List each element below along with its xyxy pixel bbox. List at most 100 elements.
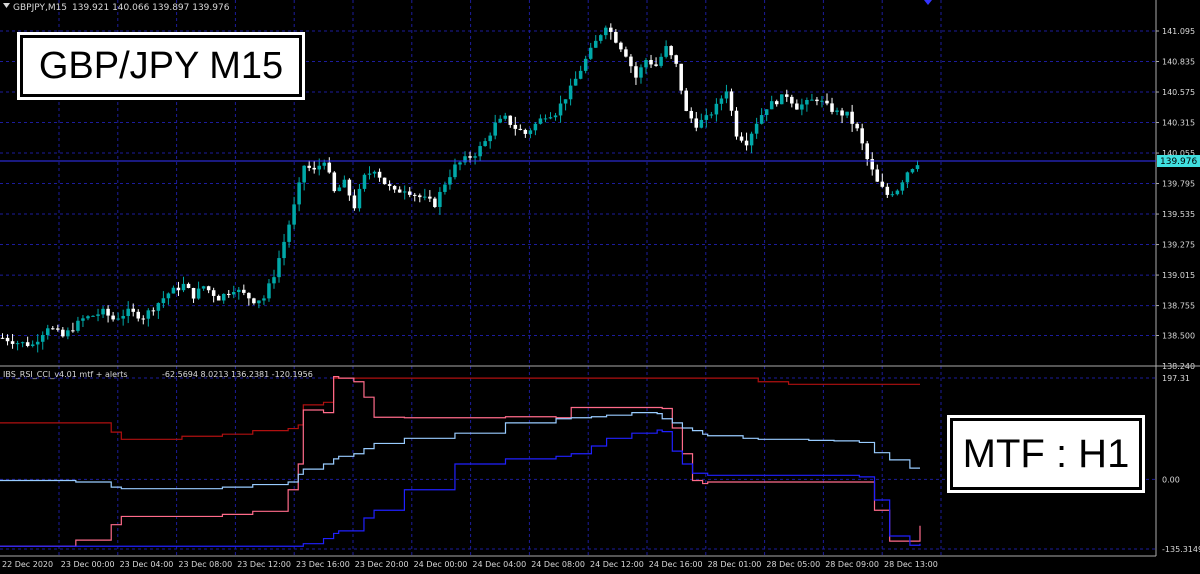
candle-body [488, 135, 492, 142]
candle-body [749, 133, 754, 146]
current-price-label: 139.976 [1160, 157, 1197, 167]
candle-body [458, 162, 462, 165]
candle-body [634, 66, 638, 78]
candle-body [614, 31, 618, 43]
candle-body [86, 316, 90, 319]
candle-body [116, 318, 120, 320]
candle-body [619, 42, 623, 50]
candle-body [176, 287, 181, 291]
candle-body [453, 164, 457, 178]
candle-body [820, 100, 824, 102]
candle-body [895, 190, 900, 195]
candle-body [166, 293, 171, 299]
candle-body [392, 185, 397, 190]
candle-body [538, 118, 543, 124]
candle-body [910, 169, 915, 173]
candle-body [302, 165, 306, 183]
candle-body [800, 104, 804, 110]
candle-body [825, 100, 829, 104]
candle-body [704, 115, 709, 120]
mtf-label: MTF : H1 [950, 418, 1142, 490]
candle-body [593, 40, 598, 48]
candle-body [131, 308, 135, 312]
candle-body [35, 341, 40, 345]
candle-body [754, 123, 759, 134]
candle-body [815, 99, 819, 102]
candle-body [855, 123, 859, 129]
candle-body [845, 111, 849, 116]
time-tick-label: 23 Dec 20:00 [355, 560, 409, 569]
candle-body [694, 118, 699, 128]
candle-body [810, 99, 814, 101]
price-tick-label: 139.535 [1162, 210, 1195, 219]
candle-body [568, 85, 573, 100]
candle-body [171, 287, 176, 294]
price-tick-label: 139.275 [1162, 241, 1195, 250]
candle-body [624, 49, 628, 57]
candle-body [478, 146, 482, 157]
candle-body [719, 98, 724, 104]
indicator-header: IBS_RSI_CCI_v4.01 mtf + alerts [3, 370, 128, 379]
candle-body [397, 189, 402, 193]
candle-body [639, 67, 643, 78]
candle-body [774, 101, 779, 105]
price-tick-label: 140.835 [1162, 58, 1195, 67]
time-tick-label: 24 Dec 16:00 [649, 560, 703, 569]
candle-body [523, 129, 528, 134]
candle-body [81, 318, 85, 321]
candle-body [503, 115, 508, 119]
time-tick-label: 28 Dec 05:00 [766, 560, 820, 569]
candle-body [66, 330, 70, 337]
candle-body [674, 55, 678, 64]
candle-body [25, 342, 30, 346]
price-tick-label: 138.500 [1162, 331, 1195, 340]
candle-body [10, 341, 15, 344]
candle-body [578, 70, 583, 79]
candle-body [498, 118, 502, 123]
candle-body [347, 179, 352, 196]
candle-body [111, 315, 115, 320]
price-tick-label: 141.095 [1162, 27, 1195, 36]
candle-body [312, 167, 316, 170]
candle-body [659, 56, 663, 66]
candle-body [337, 187, 342, 192]
price-tick-label: 139.795 [1162, 180, 1195, 189]
candle-body [734, 110, 739, 137]
candle-body [669, 46, 673, 56]
candle-body [141, 318, 146, 320]
candle-body [583, 58, 588, 71]
candle-body [206, 286, 211, 291]
candle-body [699, 119, 704, 128]
candle-body [785, 94, 789, 97]
candle-body [805, 99, 809, 105]
candle-body [407, 191, 412, 195]
time-tick-label: 23 Dec 08:00 [178, 560, 232, 569]
candle-body [729, 91, 734, 111]
candle-body [287, 224, 291, 242]
candle-body [860, 128, 864, 144]
candle-body [46, 328, 50, 336]
candle-body [342, 179, 347, 188]
candle-body [237, 289, 241, 293]
candle-body [352, 195, 357, 209]
price-tick-label: 139.015 [1162, 271, 1195, 280]
candle-body [272, 277, 276, 284]
candle-body [599, 35, 603, 41]
candle-body [779, 94, 784, 105]
candle-body [684, 90, 688, 111]
candle-body [126, 308, 130, 316]
candle-body [136, 311, 141, 319]
symbol-header: GBPJPY,M15 [13, 3, 67, 13]
candle-body [764, 109, 769, 116]
candle-body [297, 182, 301, 205]
candle-body [377, 171, 382, 178]
candle-body [232, 292, 236, 295]
candle-body [759, 115, 764, 124]
candle-body [252, 298, 256, 304]
indicator-values: -62.5694 8.0213 136.2381 -120.1956 [162, 370, 313, 379]
candle-body [865, 143, 869, 160]
time-tick-label: 28 Dec 01:00 [708, 560, 762, 569]
candle-body [558, 103, 563, 116]
candle-body [438, 191, 442, 207]
time-tick-label: 24 Dec 12:00 [590, 560, 644, 569]
